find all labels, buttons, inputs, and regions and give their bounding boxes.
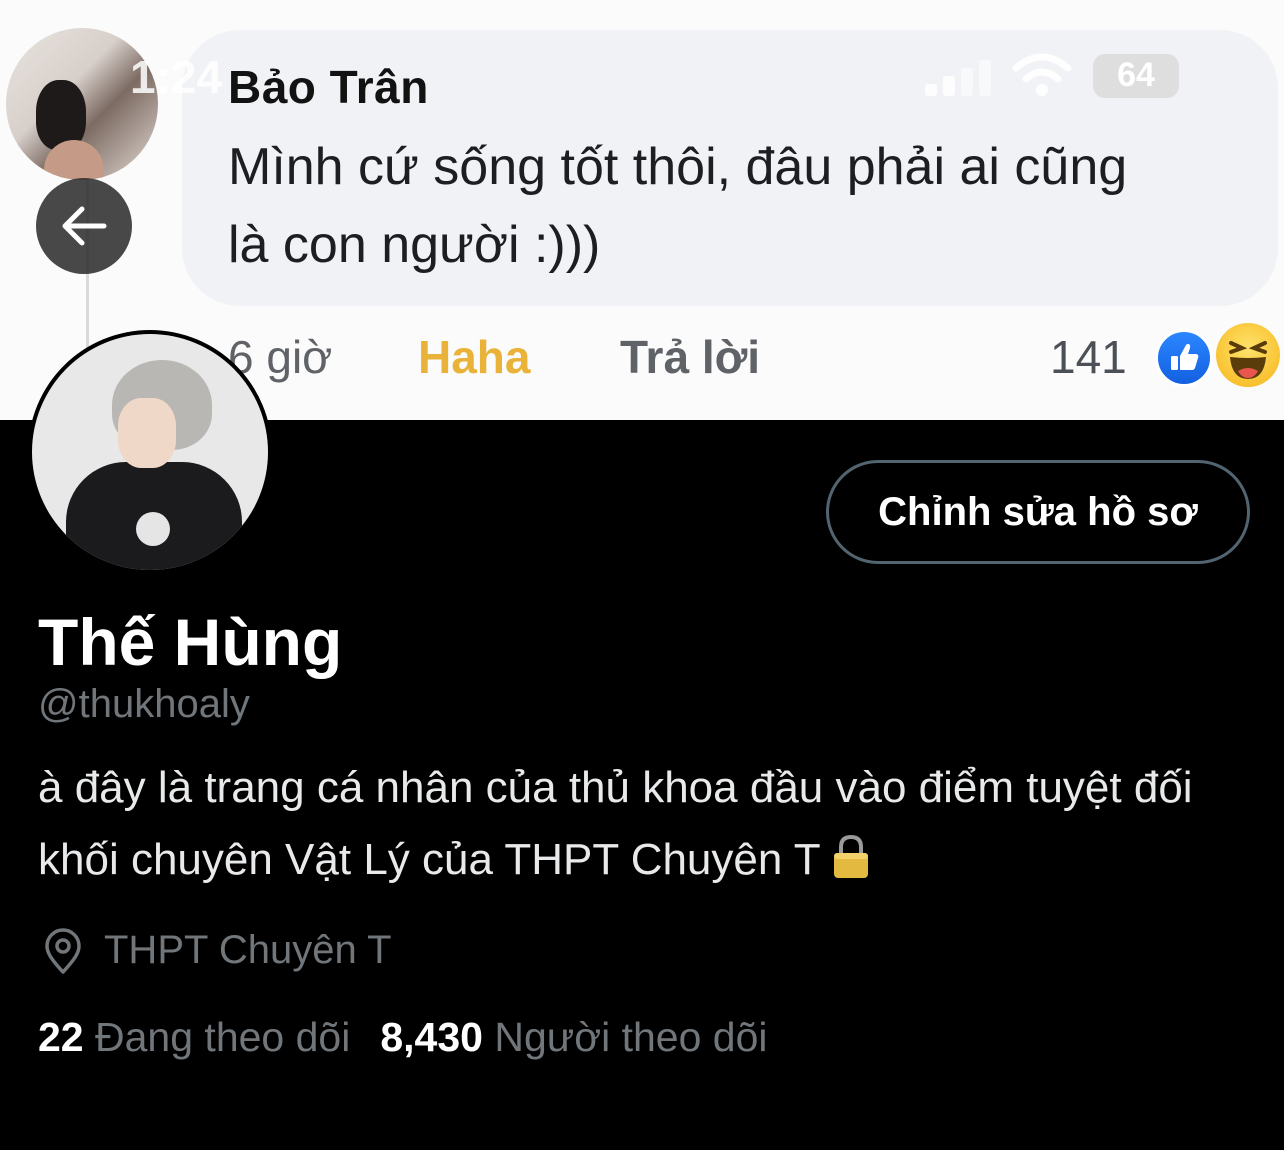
display-name: Thế Hùng — [38, 605, 343, 679]
following-link[interactable]: 22 Đang theo dõi — [38, 1014, 350, 1060]
battery-level: 64 — [1117, 56, 1155, 94]
reaction-count: 141 — [1050, 331, 1127, 383]
battery-icon: 64 — [1093, 54, 1179, 98]
location-text: THPT Chuyên T — [104, 928, 392, 972]
status-time: 1:24 — [130, 51, 223, 103]
back-button[interactable] — [36, 178, 132, 274]
arrow-left-icon — [62, 206, 107, 246]
following-label: Đang theo dõi — [95, 1014, 351, 1060]
followers-label: Người theo dõi — [494, 1014, 768, 1060]
followers-count: 8,430 — [380, 1014, 483, 1060]
bio-text: à đây là trang cá nhân của thủ khoa đầu … — [38, 763, 1193, 884]
haha-reaction-icon — [1216, 323, 1280, 387]
signal-icon — [925, 60, 991, 96]
lock-icon — [833, 834, 868, 878]
profile-avatar[interactable] — [28, 330, 272, 574]
bio: à đây là trang cá nhân của thủ khoa đầu … — [38, 752, 1258, 896]
followers-link[interactable]: 8,430 Người theo dõi — [380, 1014, 767, 1060]
wifi-icon — [1012, 53, 1072, 96]
like-reaction-icon — [1155, 329, 1213, 387]
follow-stats: 22 Đang theo dõi 8,430 Người theo dõi — [38, 1014, 768, 1061]
handle: @thukhoaly — [38, 682, 250, 726]
comment-reply-label: Trả lời — [620, 331, 761, 383]
comment-text: Mình cứ sống tốt thôi, đâu phải ai cũng … — [228, 138, 1128, 274]
comment-author: Bảo Trân — [228, 61, 429, 113]
comment-reaction-label: Haha — [418, 331, 531, 383]
location-pin-icon — [45, 928, 81, 974]
following-count: 22 — [38, 1014, 84, 1060]
edit-profile-button[interactable]: Chỉnh sửa hồ sơ — [826, 460, 1250, 564]
